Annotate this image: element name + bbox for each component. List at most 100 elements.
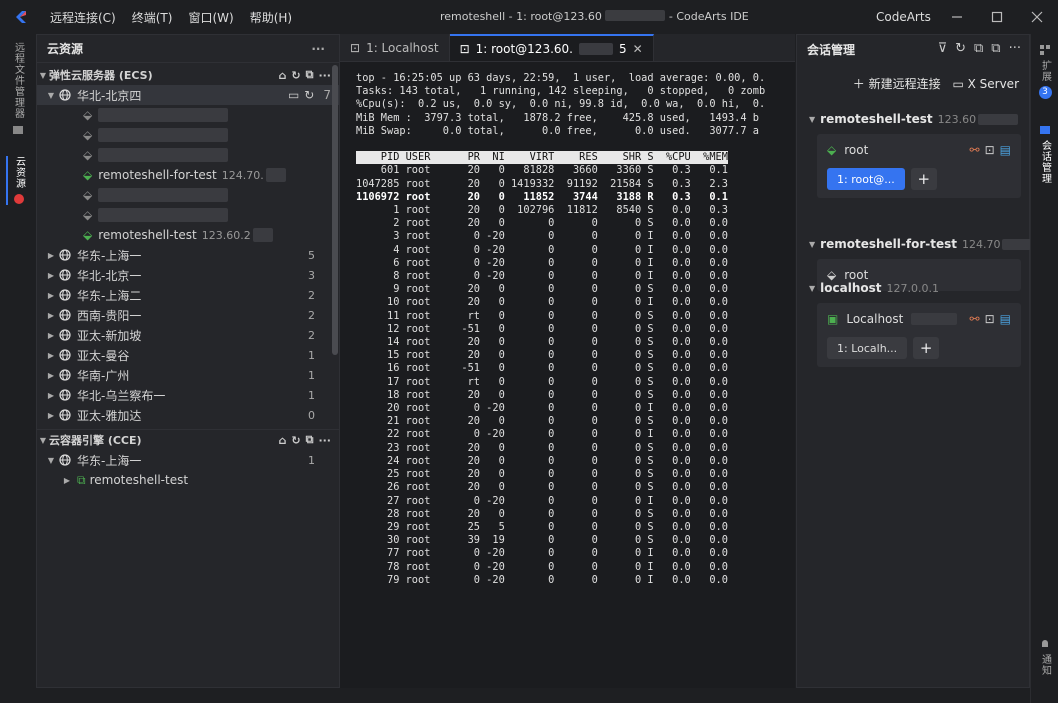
- sftp-icon[interactable]: ▤: [1000, 312, 1011, 326]
- process-row: 8 root 0 -20 0 0 0 I 0.0 0.0: [356, 270, 728, 283]
- process-row: 14 root 20 0 0 0 0 S 0.0 0.0: [356, 336, 728, 349]
- more-icon[interactable]: ···: [318, 69, 331, 82]
- cce-section-label: 云容器引擎 (CCE): [49, 434, 142, 447]
- host-node[interactable]: ⬙: [37, 105, 339, 125]
- host-node[interactable]: ⬙ remoteshell-test 123.60.2: [37, 225, 339, 245]
- menu-remote-connect[interactable]: 远程连接(C): [42, 9, 124, 26]
- close-window-button[interactable]: [1018, 0, 1056, 34]
- region-node[interactable]: ▶ 华东-上海一 5: [37, 245, 339, 265]
- link-icon[interactable]: ⚯: [970, 143, 980, 157]
- tab-localhost[interactable]: ⊡ 1: Localhost: [340, 34, 450, 61]
- chevron-down-icon: ▼: [47, 90, 55, 100]
- region-node[interactable]: ▶ 华北-北京一 3: [37, 265, 339, 285]
- session-tab-button[interactable]: 1: Localh...: [827, 337, 908, 359]
- session-group-header[interactable]: ▼ remoteshell-for-test 124.70: [797, 233, 1031, 255]
- sftp-icon[interactable]: ▤: [1000, 143, 1011, 157]
- region-node[interactable]: ▶ 亚太-曼谷 1: [37, 345, 339, 365]
- session-tab-button[interactable]: 1: root@...: [827, 168, 905, 190]
- terminal-icon[interactable]: ⊡: [985, 312, 995, 326]
- region-label: 华北-北京一: [77, 268, 142, 283]
- home-icon[interactable]: ⌂: [279, 434, 287, 447]
- menu-terminal[interactable]: 终端(T): [124, 9, 181, 26]
- collapse-icon[interactable]: ⧉: [306, 433, 314, 447]
- refresh-icon[interactable]: ↻: [304, 88, 314, 102]
- window-icon[interactable]: ▭: [288, 88, 299, 102]
- activity-cloud-resources[interactable]: 云资源: [6, 156, 30, 205]
- add-session-button[interactable]: +: [913, 337, 940, 359]
- region-node[interactable]: ▶ 西南-贵阳一 2: [37, 305, 339, 325]
- region-node-beijing4[interactable]: ▼ 华北-北京四 ▭ ↻ 7: [37, 85, 339, 105]
- activity-extensions[interactable]: 扩展 3: [1033, 44, 1057, 99]
- region-node[interactable]: ▶ 亚太-新加坡 2: [37, 325, 339, 345]
- new-connection-button[interactable]: ＋ 新建远程连接: [853, 77, 941, 91]
- process-row: 26 root 20 0 0 0 0 S 0.0 0.0: [356, 481, 728, 494]
- chevron-right-icon: ▶: [47, 330, 55, 340]
- host-node[interactable]: ⬙: [37, 205, 339, 225]
- terminal-output[interactable]: top - 16:25:05 up 63 days, 22:59, 1 user…: [340, 62, 795, 686]
- section-tools: ⌂ ↻ ⧉ ···: [279, 433, 332, 447]
- xserver-button[interactable]: ▭ X Server: [952, 77, 1019, 91]
- cce-cluster-node[interactable]: ▶ ⧉ remoteshell-test: [37, 470, 339, 490]
- expand-icon[interactable]: ⧉: [991, 41, 1000, 56]
- region-node[interactable]: ▶ 华南-广州 1: [37, 365, 339, 385]
- activity-remote-file-manager[interactable]: 远程文件管理器: [6, 42, 30, 135]
- host-icon: ⬙: [83, 148, 93, 162]
- more-icon[interactable]: ···: [318, 434, 331, 447]
- collapse-icon[interactable]: ⧉: [306, 68, 314, 82]
- host-node[interactable]: ⬙ remoteshell-for-test 124.70.: [37, 165, 339, 185]
- add-session-button[interactable]: +: [910, 168, 937, 190]
- session-group-header[interactable]: ▼ localhost 127.0.0.1: [797, 277, 1031, 299]
- terminal-icon[interactable]: ⊡: [985, 143, 995, 157]
- chevron-down-icon: ▼: [809, 283, 816, 293]
- menu-help[interactable]: 帮助(H): [242, 9, 300, 26]
- region-count: 7: [323, 88, 331, 102]
- scrollbar[interactable]: [332, 65, 338, 355]
- session-user-label: root: [844, 143, 869, 157]
- process-row: 3 root 0 -20 0 0 0 I 0.0 0.0: [356, 230, 728, 243]
- host-icon: ⬙: [83, 108, 93, 122]
- close-tab-icon[interactable]: ✕: [633, 42, 643, 56]
- process-row: 30 root 39 19 0 0 0 S 0.0 0.0: [356, 534, 728, 547]
- session-user-row[interactable]: ⬙ root ⚯ ⊡ ▤: [827, 142, 1011, 158]
- activity-session-management[interactable]: 会话管理: [1033, 124, 1057, 184]
- ecs-section-header[interactable]: ▼ 弹性云服务器 (ECS) ⌂ ↻ ⧉ ···: [37, 65, 339, 85]
- right-activity-bar: 扩展 3 会话管理 通知: [1030, 34, 1058, 703]
- cce-section-header[interactable]: ▼ 云容器引擎 (CCE) ⌂ ↻ ⧉ ···: [37, 430, 339, 450]
- panel-tools: ⊽ ↻ ⧉ ⧉ ···: [938, 41, 1021, 56]
- host-list: ⬙ ⬙ ⬙ ⬙ remoteshell-for-test 124.70. ⬙ ⬙ ⬙ remote…: [37, 105, 339, 245]
- cce-region-node[interactable]: ▼ 华东-上海一 1: [37, 450, 339, 470]
- window-title: remoteshell - 1: root@123.60 - CodeArts …: [440, 0, 749, 34]
- refresh-icon[interactable]: ↻: [955, 41, 966, 56]
- activity-notifications[interactable]: 通知: [1033, 638, 1057, 676]
- refresh-icon[interactable]: ↻: [291, 69, 300, 82]
- region-node[interactable]: ▶ 华东-上海二 2: [37, 285, 339, 305]
- region-node[interactable]: ▶ 亚太-雅加达 0: [37, 405, 339, 425]
- process-row: 1106972 root 20 0 11852 3744 3188 R 0.3 …: [356, 190, 728, 203]
- host-icon: ⬙: [83, 188, 93, 202]
- more-icon[interactable]: ···: [1009, 41, 1021, 56]
- menu-window[interactable]: 窗口(W): [180, 9, 241, 26]
- session-group-header[interactable]: ▼ remoteshell-test 123.60: [797, 108, 1031, 130]
- filter-icon[interactable]: ⊽: [938, 41, 948, 56]
- minimize-button[interactable]: [938, 0, 976, 34]
- ecs-section-label: 弹性云服务器 (ECS): [49, 69, 153, 82]
- host-node[interactable]: ⬙: [37, 185, 339, 205]
- region-node[interactable]: ▶ 华北-乌兰察布一 1: [37, 385, 339, 405]
- maximize-button[interactable]: [978, 0, 1016, 34]
- refresh-icon[interactable]: ↻: [291, 434, 300, 447]
- collapse-icon[interactable]: ⧉: [974, 41, 983, 56]
- process-row: 77 root 0 -20 0 0 0 I 0.0 0.0: [356, 547, 728, 560]
- link-icon[interactable]: ⚯: [970, 312, 980, 326]
- title-bar: 远程连接(C) 终端(T) 窗口(W) 帮助(H) remoteshell - …: [0, 0, 1058, 34]
- panel-title: 云资源: [47, 42, 84, 56]
- tab-remote-root[interactable]: ⊡ 1: root@123.60. 5 ✕: [449, 34, 654, 61]
- more-icon[interactable]: ···: [311, 42, 325, 56]
- globe-icon: [57, 409, 73, 421]
- panel-header: 云资源 ···: [37, 35, 339, 63]
- home-icon[interactable]: ⌂: [279, 69, 287, 82]
- host-node[interactable]: ⬙: [37, 125, 339, 145]
- session-user-row[interactable]: ▣ Localhost ⚯ ⊡ ▤: [827, 311, 1011, 327]
- process-row: 23 root 20 0 0 0 0 S 0.0 0.0: [356, 441, 728, 454]
- host-node[interactable]: ⬙: [37, 145, 339, 165]
- terminal-line: top - 16:25:05 up 63 days, 22:59, 1 user…: [356, 72, 766, 84]
